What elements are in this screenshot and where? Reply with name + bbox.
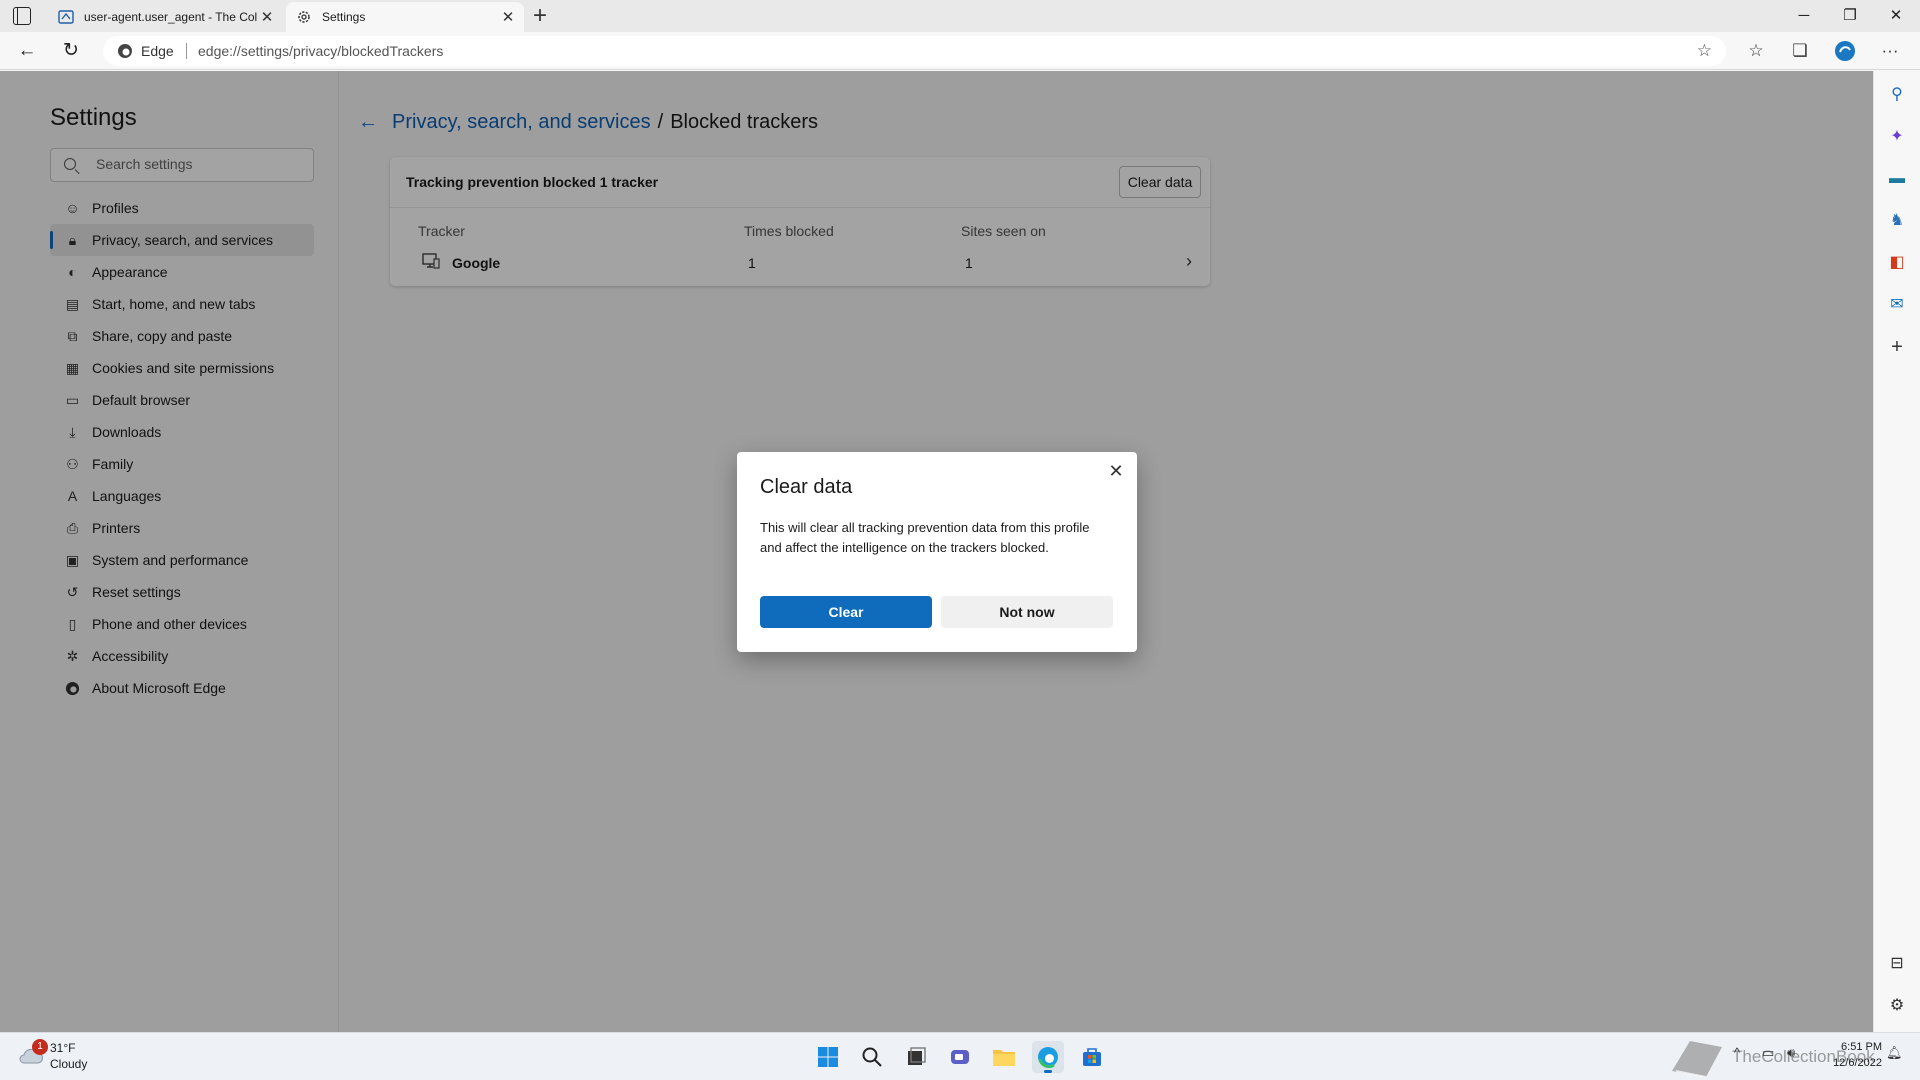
system-clock[interactable]: 6:51 PM 12/6/2022 [1833,1039,1882,1071]
edge-browser-icon[interactable] [1032,1041,1064,1073]
minimize-icon[interactable]: ─ [1781,0,1827,32]
address-bar[interactable]: Edge edge://settings/privacy/blockedTrac… [103,36,1726,66]
edge-sidebar: ⚲ ✦ ▬ ♞ ◧ ✉ + ⊟ ⚙ [1873,71,1920,1032]
gear-icon [298,11,310,23]
windows-taskbar: 1 31°F Cloudy TheCollectionBook ^ ▭ 🔊︎ 6… [0,1032,1920,1080]
back-arrow-icon[interactable]: ← [16,40,38,62]
tab-close-icon[interactable]: ✕ [257,8,277,26]
file-explorer-icon[interactable] [988,1041,1020,1073]
favorites-icon[interactable]: ☆ [1745,40,1767,62]
taskbar-search-icon[interactable] [856,1041,888,1073]
discover-sparkle-icon[interactable]: ✦ [1886,126,1908,148]
shopping-icon[interactable]: ▬ [1886,168,1908,190]
tab-actions-icon[interactable] [13,7,31,25]
games-icon[interactable]: ♞ [1886,210,1908,232]
close-window-icon[interactable]: ✕ [1873,0,1919,32]
restore-icon[interactable]: ❐ [1827,0,1873,32]
clear-data-dialog: ✕ Clear data This will clear all trackin… [737,452,1137,652]
weather-widget[interactable]: 1 31°F Cloudy [18,1039,98,1075]
network-icon[interactable]: ▭ [1762,1045,1774,1061]
notification-badge: 1 [32,1039,48,1055]
tab-user-agent[interactable]: user-agent.user_agent - The Coll ✕ [48,2,283,32]
clock-date: 12/6/2022 [1833,1057,1882,1069]
page-favicon-icon [58,10,74,24]
volume-icon[interactable]: 🔊︎ [1787,1045,1795,1061]
tab-bar: user-agent.user_agent - The Coll ✕ Setti… [0,0,1920,32]
book-logo-icon [1672,1041,1722,1078]
outlook-icon[interactable]: ✉ [1886,294,1908,316]
hide-sidebar-icon[interactable]: ⊟ [1886,953,1908,975]
add-sidebar-app-icon[interactable]: + [1886,336,1908,358]
start-windows-icon[interactable] [812,1041,844,1073]
weather-temperature: 31°F [50,1041,76,1055]
refresh-icon[interactable]: ↻ [60,40,82,62]
search-icon[interactable]: ⚲ [1886,84,1908,106]
more-options-icon[interactable]: ··· [1879,40,1901,62]
profile-avatar-icon[interactable] [1834,40,1856,62]
add-favorite-icon[interactable]: ☆ [1697,41,1712,61]
dialog-message: This will clear all tracking prevention … [760,520,1090,555]
teams-chat-icon[interactable] [944,1041,976,1073]
task-view-icon[interactable] [900,1041,932,1073]
tab-title: user-agent.user_agent - The Coll [84,10,257,24]
show-hidden-icons-chevron-icon[interactable]: ^ [1734,1045,1740,1060]
new-tab-plus-icon[interactable]: + [533,3,547,29]
collections-icon[interactable]: ❏ [1789,40,1811,62]
clock-time: 6:51 PM [1841,1041,1882,1053]
url-text: edge://settings/privacy/blockedTrackers [198,43,444,59]
weather-condition: Cloudy [50,1057,88,1071]
tab-settings[interactable]: Settings ✕ [286,2,524,32]
edge-logo-icon [118,44,132,58]
clear-button[interactable]: Clear [760,596,932,628]
address-toolbar: ← ↻ Edge edge://settings/privacy/blocked… [0,32,1920,70]
tab-title: Settings [322,10,366,24]
notifications-bell-icon[interactable]: 🔔︎ [1886,1045,1903,1061]
sidebar-settings-gear-icon[interactable]: ⚙ [1886,995,1908,1017]
office-icon[interactable]: ◧ [1886,252,1908,274]
not-now-button[interactable]: Not now [941,596,1113,628]
microsoft-store-icon[interactable] [1076,1041,1108,1073]
tab-close-icon[interactable]: ✕ [498,8,518,26]
address-separator [186,43,187,59]
close-icon[interactable]: ✕ [1105,460,1127,482]
site-identity-label: Edge [141,43,174,59]
dialog-title: Clear data [760,476,853,498]
